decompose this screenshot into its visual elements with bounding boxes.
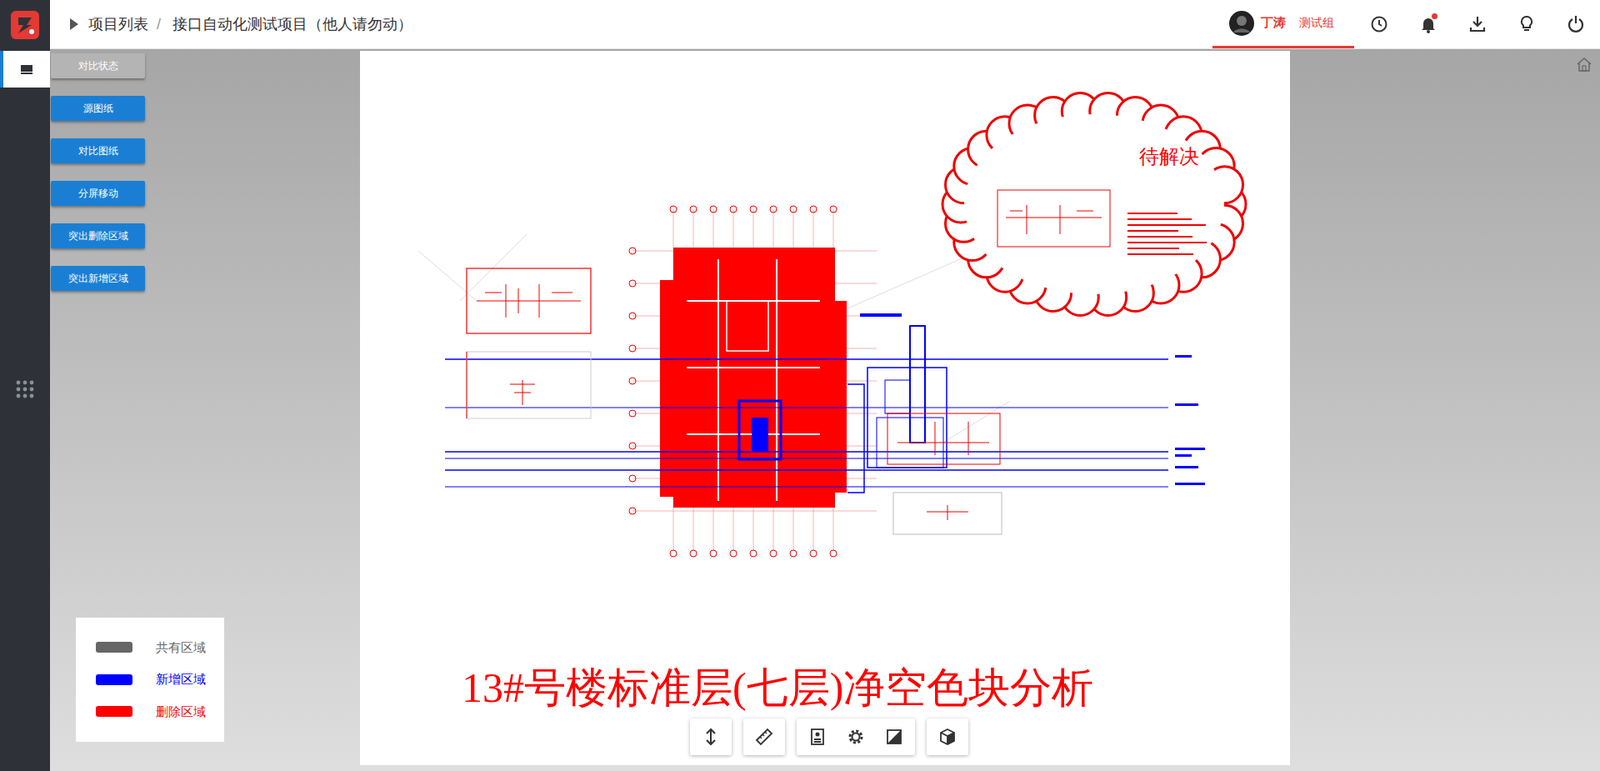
unread-dot: [1431, 13, 1438, 20]
tool-group: [690, 718, 732, 755]
expand-icon[interactable]: [70, 18, 79, 30]
control-button[interactable]: 对比图纸: [50, 138, 145, 164]
control-button[interactable]: 突出删除区域: [50, 223, 145, 249]
screen-icon: [20, 63, 34, 75]
cube-tool[interactable]: [928, 718, 967, 755]
clock-icon: [1370, 15, 1389, 34]
gear-tool[interactable]: [836, 718, 875, 755]
layers-icon: [807, 726, 828, 747]
apps-menu[interactable]: [0, 370, 50, 408]
bell-button[interactable]: [1403, 0, 1453, 49]
ruler-icon: [754, 726, 775, 747]
tool-group: [796, 718, 915, 755]
power-button[interactable]: [1550, 0, 1600, 49]
logo-icon[interactable]: [0, 0, 50, 50]
legend: 共有区域新增区域删除区域: [75, 617, 225, 743]
control-panel: 对比状态源图纸对比图纸分屏移动突出删除区域突出新增区域共有区域新增区域删除区域: [50, 49, 360, 771]
control-button[interactable]: 分屏移动: [50, 180, 145, 206]
layers-tool[interactable]: [798, 718, 837, 755]
contrast-tool[interactable]: [875, 718, 914, 755]
legend-item: 删除区域: [95, 702, 225, 722]
home-button[interactable]: [1575, 55, 1594, 74]
user-menu[interactable]: 丁涛测试组: [1212, 0, 1355, 49]
home-icon: [1575, 56, 1593, 72]
gear-icon: [845, 726, 866, 747]
bulb-button[interactable]: [1501, 0, 1551, 49]
toolbar: [690, 718, 969, 755]
legend-label: 删除区域: [155, 702, 206, 722]
sidebar-item[interactable]: [0, 50, 50, 88]
legend-label: 新增区域: [155, 670, 206, 690]
vertical-arrow-icon: [700, 726, 721, 747]
legend-swatch: [95, 674, 133, 685]
breadcrumb-separator: /: [156, 13, 161, 36]
workspace: 对比状态源图纸对比图纸分屏移动突出删除区域突出新增区域共有区域新增区域删除区域待…: [50, 49, 1600, 771]
user-group: 测试组: [1299, 14, 1335, 32]
legend-item: 新增区域: [95, 670, 225, 690]
bulb-icon: [1517, 15, 1536, 34]
grid-icon: [15, 379, 35, 400]
legend-item: 共有区域: [95, 638, 225, 658]
clock-button[interactable]: [1354, 0, 1404, 49]
user-name: 丁涛: [1260, 13, 1286, 33]
breadcrumb: 项目列表 / 接口自动化测试项目（他人请勿动）: [50, 0, 413, 49]
tool-group: [743, 718, 785, 755]
ruler-tool[interactable]: [745, 718, 784, 755]
avatar-icon: [1229, 10, 1255, 36]
cube-icon: [937, 726, 958, 747]
tool-group: [926, 718, 969, 755]
top-bar: 项目列表 / 接口自动化测试项目（他人请勿动） 丁涛测试组: [50, 0, 1600, 50]
vertical-arrow-tool[interactable]: [691, 718, 730, 755]
drawing-title: 13#号楼标准层(七层)净空色块分析: [461, 662, 1094, 713]
download-button[interactable]: [1452, 0, 1502, 49]
legend-swatch: [95, 641, 133, 653]
breadcrumb-link[interactable]: 项目列表: [88, 13, 149, 36]
breadcrumb-current: 接口自动化测试项目（他人请勿动）: [172, 13, 413, 36]
control-button[interactable]: 突出新增区域: [50, 265, 145, 291]
sidebar: [0, 0, 50, 771]
drawing-canvas[interactable]: 待解决 13#号楼标准层(七层)净空色块分析: [360, 50, 1290, 765]
legend-label: 共有区域: [155, 638, 206, 658]
legend-swatch: [95, 705, 133, 717]
control-button[interactable]: 源图纸: [50, 95, 145, 121]
power-icon: [1566, 15, 1585, 34]
download-icon: [1468, 15, 1487, 34]
contrast-icon: [884, 726, 905, 747]
control-button: 对比状态: [50, 53, 145, 79]
cloud-label: 待解决: [1139, 145, 1200, 170]
